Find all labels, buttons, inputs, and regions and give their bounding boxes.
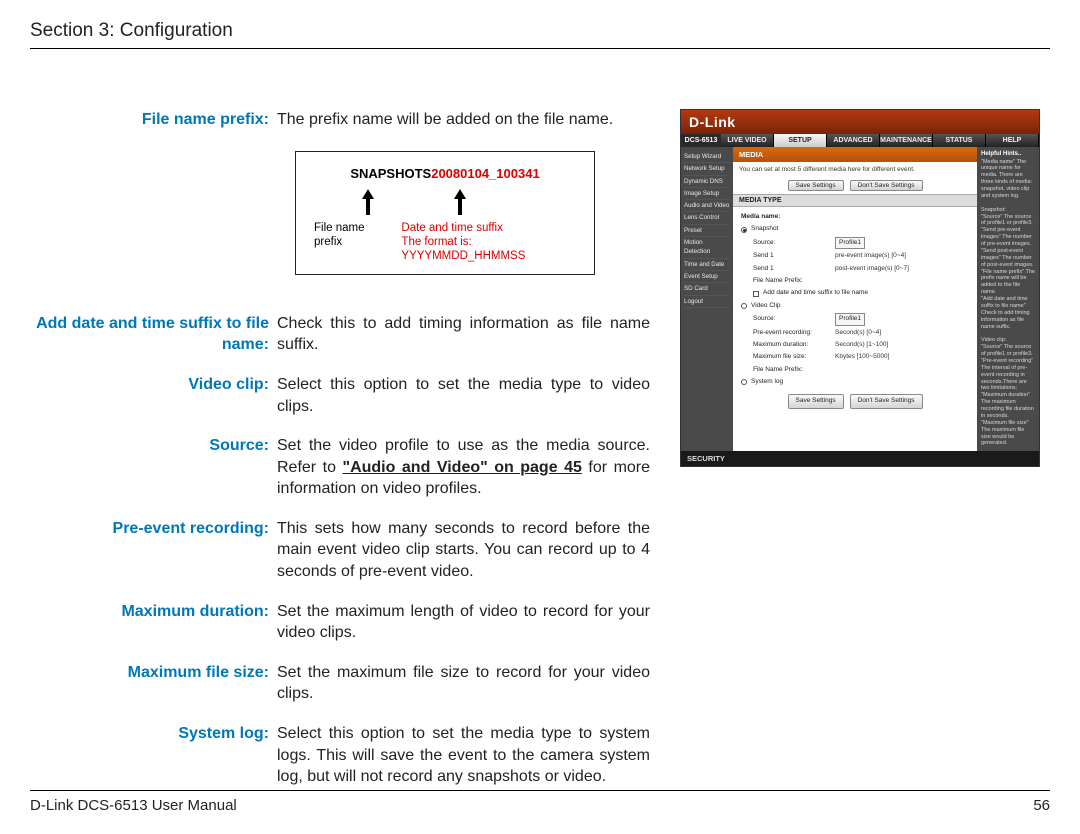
save-button[interactable]: Save Settings: [788, 394, 844, 408]
sidebar-item[interactable]: Setup Wizard: [684, 151, 730, 163]
save-button[interactable]: Save Settings: [788, 180, 844, 191]
checkbox-icon[interactable]: [753, 291, 759, 297]
def-value: This sets how many seconds to record bef…: [277, 518, 650, 583]
def-source: Source: Set the video profile to use as …: [30, 435, 650, 500]
sidebar-item[interactable]: SD Card: [684, 283, 730, 295]
def-video-clip: Video clip: Select this option to set th…: [30, 374, 650, 417]
tab-live-video[interactable]: LIVE VIDEO: [721, 134, 774, 147]
sidebar-item[interactable]: Motion Detection: [684, 237, 730, 259]
caption-row: File name prefix Date and time suffix Th…: [314, 221, 576, 264]
filename-example-box: SNAPSHOTS20080104_100341 File name prefi…: [295, 151, 595, 275]
brand-logo: D-Link: [681, 110, 1039, 134]
sidebar-item[interactable]: Dynamic DNS: [684, 176, 730, 188]
dont-save-button[interactable]: Don't Save Settings: [850, 180, 923, 191]
def-file-name-prefix: File name prefix: The prefix name will b…: [30, 109, 650, 131]
def-max-size: Maximum file size: Set the maximum file …: [30, 662, 650, 705]
model-label: DCS-6513: [681, 134, 721, 147]
def-add-suffix: Add date and time suffix to file name: C…: [30, 313, 650, 356]
def-value: Set the maximum file size to record for …: [277, 662, 650, 705]
def-label: Maximum duration:: [30, 601, 277, 623]
sidebar-item[interactable]: Network Setup: [684, 163, 730, 175]
radio-icon[interactable]: [741, 303, 747, 309]
arrows-row: [314, 189, 576, 215]
tab-setup[interactable]: SETUP: [774, 134, 827, 147]
tab-maintenance[interactable]: MAINTENANCE: [880, 134, 933, 147]
caption-prefix: File name prefix: [314, 221, 395, 264]
def-pre-event: Pre-event recording: This sets how many …: [30, 518, 650, 583]
arrow-up-icon: [362, 189, 374, 215]
def-value: Check this to add timing information as …: [277, 313, 650, 356]
media-type-header: MEDIA TYPE: [733, 194, 977, 207]
manual-title: D-Link DCS-6513 User Manual: [30, 797, 237, 814]
sidebar-item[interactable]: Image Setup: [684, 188, 730, 200]
def-label: Pre-event recording:: [30, 518, 277, 540]
sidebar-item[interactable]: Preset: [684, 225, 730, 237]
def-value: Set the video profile to use as the medi…: [277, 435, 650, 500]
page-link[interactable]: "Audio and Video" on page 45: [342, 459, 581, 476]
definitions-column: File name prefix: The prefix name will b…: [30, 109, 650, 806]
tab-help[interactable]: HELP: [986, 134, 1039, 147]
radio-icon[interactable]: [741, 227, 747, 233]
sidebar-item[interactable]: Lens Control: [684, 212, 730, 224]
web-ui-thumbnail: D-Link DCS-6513 LIVE VIDEO SETUP ADVANCE…: [680, 109, 1040, 467]
def-label: System log:: [30, 723, 277, 745]
source-select[interactable]: Profile1: [835, 237, 865, 249]
sidebar-item[interactable]: Audio and Video: [684, 200, 730, 212]
content-row: File name prefix: The prefix name will b…: [30, 109, 1050, 806]
def-max-duration: Maximum duration: Set the maximum length…: [30, 601, 650, 644]
media-form: Media name: Snapshot Source:Profile1 Sen…: [733, 207, 977, 416]
def-system-log: System log: Select this option to set th…: [30, 723, 650, 788]
main-panel: MEDIA You can set at most 5 different me…: [733, 147, 977, 451]
def-label: Maximum file size:: [30, 662, 277, 684]
section-title: Section 3: Configuration: [30, 20, 1050, 49]
def-label: Source:: [30, 435, 277, 457]
def-value: Select this option to set the media type…: [277, 723, 650, 788]
def-value: The prefix name will be added on the fil…: [277, 109, 650, 131]
tab-advanced[interactable]: ADVANCED: [827, 134, 880, 147]
panel-note: You can set at most 5 different media he…: [733, 162, 977, 177]
page-number: 56: [1033, 797, 1050, 814]
footer-bar: SECURITY: [681, 451, 1039, 466]
radio-icon[interactable]: [741, 379, 747, 385]
help-panel: Helpful Hints.. "Media name" The unique …: [977, 147, 1039, 451]
caption-suffix: Date and time suffix The format is: YYYY…: [401, 221, 576, 264]
arrow-up-icon: [454, 189, 466, 215]
nav-tabs: DCS-6513 LIVE VIDEO SETUP ADVANCED MAINT…: [681, 134, 1039, 147]
sidebar: Setup Wizard Network Setup Dynamic DNS I…: [681, 147, 733, 451]
def-label: File name prefix:: [30, 109, 277, 131]
sidebar-item[interactable]: Time and Date: [684, 259, 730, 271]
manual-page: Section 3: Configuration File name prefi…: [0, 0, 1080, 834]
dont-save-button[interactable]: Don't Save Settings: [850, 394, 923, 408]
screenshot-thumbnail: D-Link DCS-6513 LIVE VIDEO SETUP ADVANCE…: [680, 109, 1040, 806]
panel-title: MEDIA: [733, 147, 977, 162]
sidebar-item[interactable]: Event Setup: [684, 271, 730, 283]
source-select[interactable]: Profile1: [835, 313, 865, 325]
tab-status[interactable]: STATUS: [933, 134, 986, 147]
def-label: Video clip:: [30, 374, 277, 396]
def-value: Set the maximum length of video to recor…: [277, 601, 650, 644]
sidebar-item[interactable]: Logout: [684, 296, 730, 308]
def-value: Select this option to set the media type…: [277, 374, 650, 417]
def-label: Add date and time suffix to file name:: [30, 313, 277, 356]
page-footer: D-Link DCS-6513 User Manual 56: [30, 790, 1050, 814]
filename-example-text: SNAPSHOTS20080104_100341: [314, 166, 576, 181]
